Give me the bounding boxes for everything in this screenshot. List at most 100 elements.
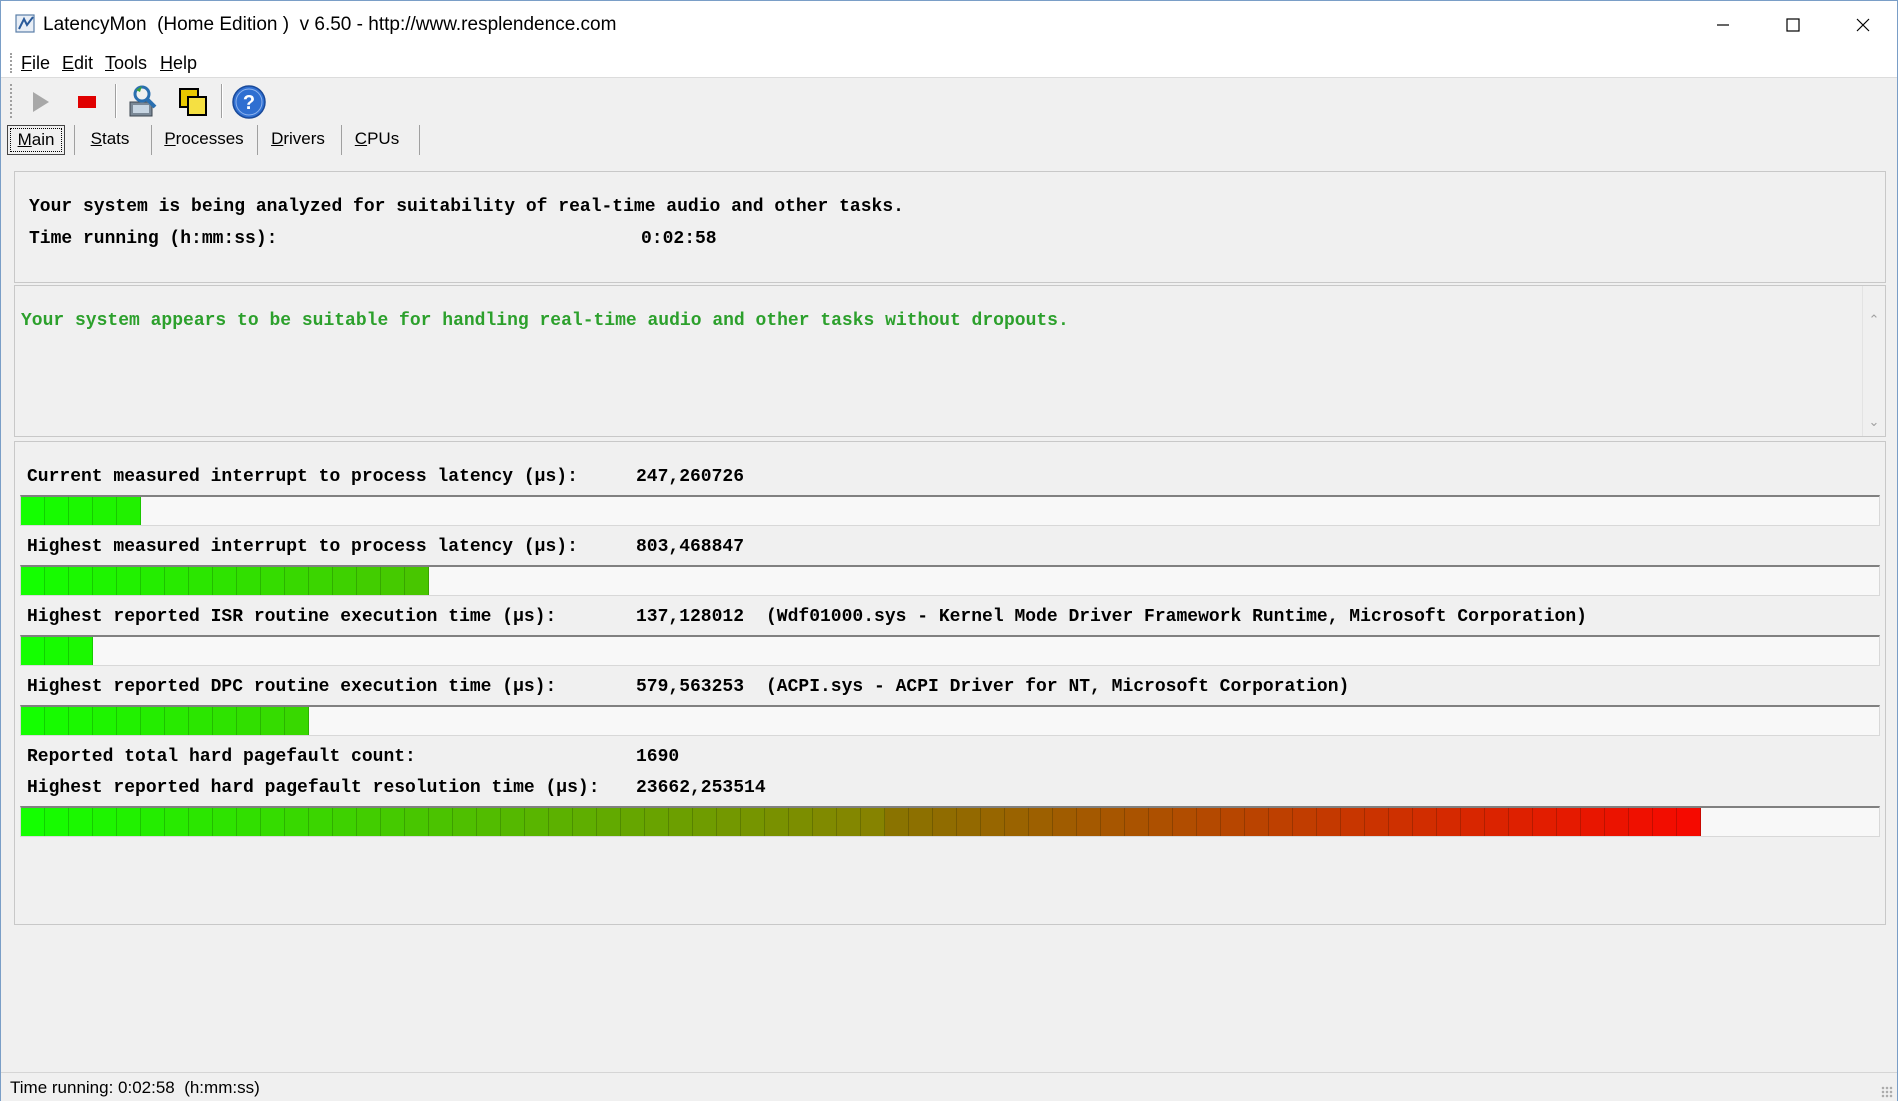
metric-value: 579,563253 <box>636 677 745 697</box>
bar-segment <box>21 567 45 595</box>
tab-cpus[interactable]: C PUs <box>347 125 407 153</box>
bar-segment <box>1149 808 1173 836</box>
analysis-message: Your system is being analyzed for suitab… <box>29 197 904 217</box>
pagefault-count-label: Reported total hard pagefault count: <box>27 747 416 767</box>
bar-segment <box>21 637 45 665</box>
toolbar: ? <box>1 78 1897 124</box>
bar-segment <box>1653 808 1677 836</box>
toolbar-grip <box>10 84 14 118</box>
bar-segment <box>189 707 213 735</box>
bar-segment <box>69 497 93 525</box>
stop-button[interactable] <box>67 82 107 122</box>
help-button[interactable]: ? <box>229 82 269 122</box>
bar-segment <box>477 808 501 836</box>
bar-segment <box>1293 808 1317 836</box>
pagefault-time-value: 23662,253514 <box>636 778 766 798</box>
bar-segment <box>381 567 405 595</box>
bar-fill <box>21 637 93 665</box>
bar-segment <box>117 497 141 525</box>
metric-label: Highest measured interrupt to process la… <box>27 537 578 557</box>
bar-segment <box>1629 808 1653 836</box>
maximize-icon <box>1786 18 1800 32</box>
start-button[interactable] <box>21 82 61 122</box>
bar-segment <box>117 707 141 735</box>
metric-label: Current measured interrupt to process la… <box>27 467 578 487</box>
bar-segment <box>333 808 357 836</box>
bar-segment <box>141 707 165 735</box>
bar-segment <box>189 808 213 836</box>
bar-segment <box>1437 808 1461 836</box>
menu-tools[interactable]: Tools <box>105 53 147 74</box>
bar-segment <box>285 707 309 735</box>
bar-segment <box>1245 808 1269 836</box>
bar-segment <box>549 808 573 836</box>
verdict-message: Your system appears to be suitable for h… <box>21 311 1069 331</box>
resize-grip-icon[interactable] <box>1881 1086 1893 1098</box>
window-button[interactable] <box>173 82 213 122</box>
bar-fill <box>21 497 141 525</box>
bar-segment <box>1221 808 1245 836</box>
bar-segment <box>213 567 237 595</box>
bar-segment <box>285 808 309 836</box>
bar-segment <box>957 808 981 836</box>
time-running-value: 0:02:58 <box>641 229 717 249</box>
bar-fill <box>21 707 309 735</box>
verdict-scrollbar[interactable]: ⌃ ⌄ <box>1862 286 1885 436</box>
play-icon <box>33 92 49 112</box>
bar-segment <box>1317 808 1341 836</box>
metric-driver-info: (Wdf01000.sys - Kernel Mode Driver Frame… <box>766 607 1587 627</box>
metric-value: 803,468847 <box>636 537 745 557</box>
bar-segment <box>189 567 213 595</box>
bar-segment <box>1053 808 1077 836</box>
bar-segment <box>309 567 333 595</box>
bar-segment <box>861 808 885 836</box>
bar-segment <box>1509 808 1533 836</box>
bar-segment <box>789 808 813 836</box>
tab-separator <box>257 125 258 155</box>
bar-segment <box>645 808 669 836</box>
minimize-button[interactable] <box>1688 1 1758 49</box>
menu-help[interactable]: Help <box>160 53 197 74</box>
bar-segment <box>69 567 93 595</box>
tab-drivers[interactable]: Drivers <box>263 125 333 153</box>
bar-segment <box>1605 808 1629 836</box>
bar-segment <box>45 808 69 836</box>
bar-segment <box>1077 808 1101 836</box>
scroll-down-icon[interactable]: ⌄ <box>1868 415 1880 428</box>
bar-segment <box>45 637 69 665</box>
menu-file[interactable]: File <box>21 53 50 74</box>
toolbar-separator <box>221 84 223 118</box>
bar-segment <box>1581 808 1605 836</box>
bar-segment <box>1125 808 1149 836</box>
stop-icon <box>78 96 96 108</box>
minimize-icon <box>1717 24 1729 26</box>
analyze-button[interactable] <box>123 82 163 122</box>
bar-segment <box>909 808 933 836</box>
close-button[interactable] <box>1828 1 1898 49</box>
bar-segment <box>885 808 909 836</box>
bar-segment <box>813 808 837 836</box>
bar-segment <box>981 808 1005 836</box>
bar-segment <box>309 808 333 836</box>
tab-strip: Main Stats Processes Drivers C PUs <box>1 123 1897 155</box>
analyze-icon <box>129 85 157 117</box>
bar-segment <box>69 707 93 735</box>
bar-segment <box>237 707 261 735</box>
title-bar: LatencyMon (Home Edition ) v 6.50 - http… <box>1 1 1897 49</box>
bar-segment <box>261 707 285 735</box>
menu-edit[interactable]: Edit <box>62 53 93 74</box>
latency-bar <box>20 495 1880 526</box>
tab-stats[interactable]: Stats <box>79 125 141 153</box>
tab-main[interactable]: Main <box>7 125 65 155</box>
bar-segment <box>429 808 453 836</box>
maximize-button[interactable] <box>1758 1 1828 49</box>
latency-bar <box>20 565 1880 596</box>
bar-segment <box>141 567 165 595</box>
bar-segment <box>93 567 117 595</box>
bar-segment <box>165 707 189 735</box>
tab-processes[interactable]: Processes <box>157 125 251 153</box>
bar-segment <box>357 808 381 836</box>
scroll-up-icon[interactable]: ⌃ <box>1868 313 1880 326</box>
bar-segment <box>933 808 957 836</box>
tab-separator <box>74 125 75 155</box>
